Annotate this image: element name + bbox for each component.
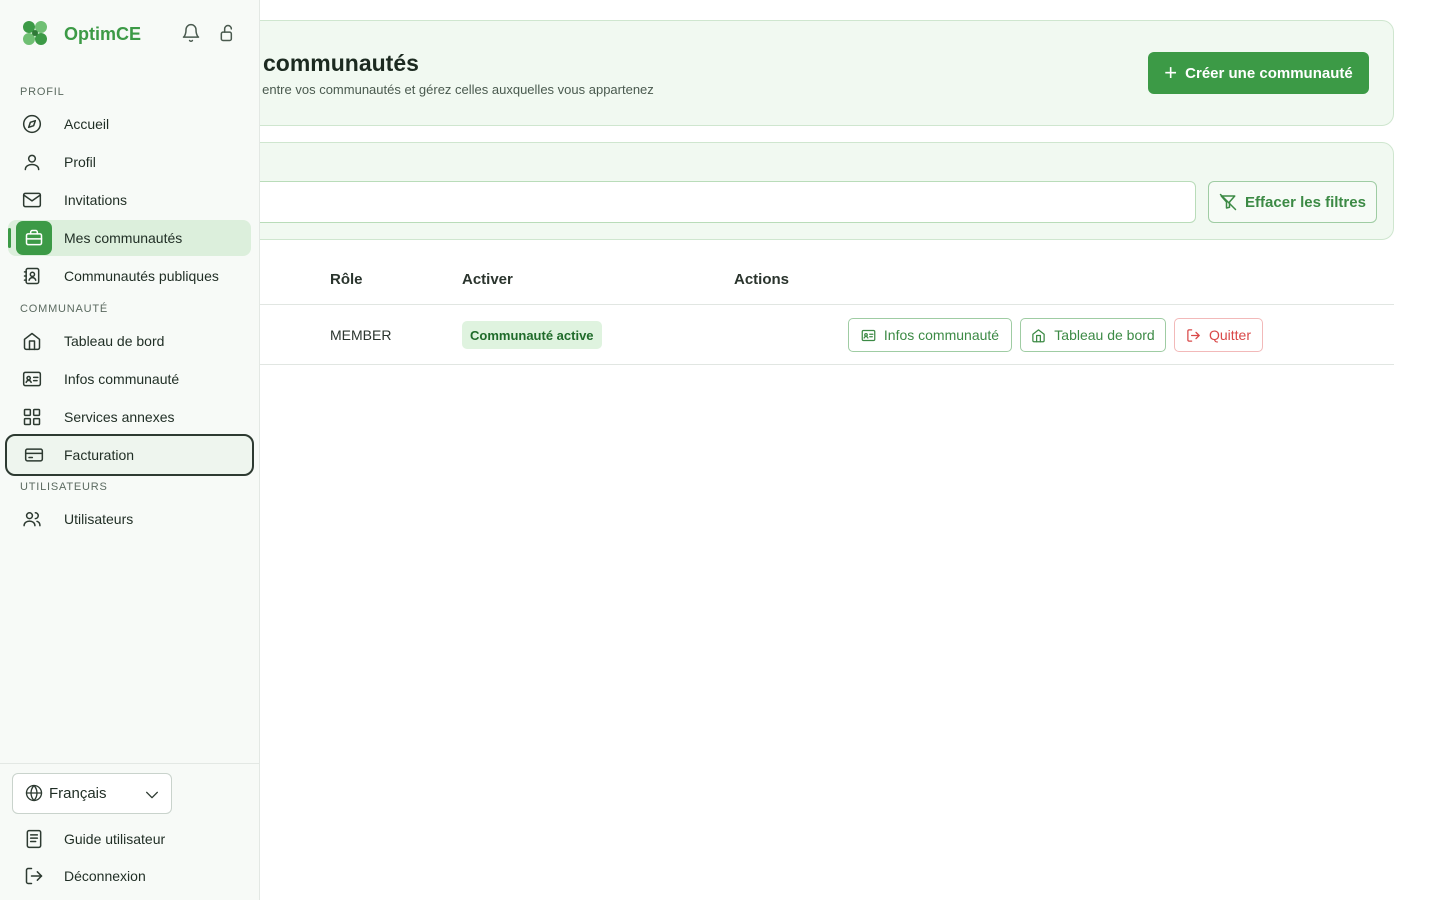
id-card-icon	[22, 369, 42, 389]
chevron-down-icon	[144, 787, 160, 803]
id-card-icon	[861, 328, 876, 343]
create-community-label: Créer une communauté	[1185, 64, 1353, 82]
user-icon	[22, 152, 42, 172]
page-subtitle: z entre vos communautés et gérez celles …	[252, 82, 654, 97]
logout-icon	[24, 866, 44, 886]
page-title: communautés	[263, 50, 419, 76]
credit-card-icon	[24, 445, 44, 465]
sidebar-item-label: Tableau de bord	[64, 333, 165, 349]
clear-filters-button[interactable]: Effacer les filtres	[1208, 181, 1377, 223]
grid-icon	[22, 407, 42, 427]
brand-name[interactable]: OptimCE	[64, 24, 141, 45]
home-icon	[22, 331, 42, 351]
active-indicator	[8, 228, 11, 248]
column-header-active[interactable]: Activer	[462, 271, 513, 288]
sidebar-item-services[interactable]: Services annexes	[8, 399, 251, 435]
table-divider	[240, 364, 1394, 365]
sidebar-item-profile[interactable]: Profil	[8, 144, 251, 180]
logout-icon	[1186, 328, 1201, 343]
section-label-profile: PROFIL	[20, 86, 65, 98]
sidebar-divider	[0, 763, 259, 764]
sidebar-item-users[interactable]: Utilisateurs	[8, 501, 251, 537]
home-icon	[1031, 328, 1046, 343]
logout-link[interactable]: Déconnexion	[24, 861, 244, 891]
create-community-button[interactable]: + Créer une communauté	[1148, 52, 1369, 94]
community-info-label: Infos communauté	[883, 327, 1000, 343]
sidebar-item-label: Mes communautés	[64, 230, 183, 246]
sidebar-item-label: Utilisateurs	[64, 511, 134, 527]
clear-filters-label: Effacer les filtres	[1245, 193, 1366, 211]
sidebar-item-label: Communautés publiques	[64, 268, 219, 284]
contact-book-icon	[22, 266, 42, 286]
users-icon	[22, 509, 42, 529]
dashboard-label: Tableau de bord	[1054, 327, 1155, 343]
language-select-value: Français	[49, 785, 107, 802]
sidebar-item-label: Infos communauté	[64, 371, 180, 387]
sidebar-item-dashboard[interactable]: Tableau de bord	[8, 323, 251, 359]
cell-role: MEMBER	[330, 327, 392, 343]
sidebar-item-label: Profil	[64, 154, 96, 170]
sidebar-item-home[interactable]: Accueil	[8, 106, 251, 142]
globe-icon	[25, 784, 43, 802]
table-divider	[240, 304, 1394, 305]
sidebar-item-label: Accueil	[64, 116, 110, 132]
section-label-community: COMMUNAUTÉ	[20, 303, 109, 315]
search-input[interactable]	[200, 181, 1196, 223]
book-icon	[24, 829, 44, 849]
clover-logo-icon	[20, 18, 50, 48]
dashboard-button[interactable]: Tableau de bord	[1020, 318, 1166, 352]
sidebar-item-community-info[interactable]: Infos communauté	[8, 361, 251, 397]
sidebar-item-label: Facturation	[64, 447, 135, 463]
logout-label: Déconnexion	[64, 868, 146, 884]
sidebar-item-label: Invitations	[64, 192, 128, 208]
section-label-users: UTILISATEURS	[20, 481, 108, 493]
user-guide-label: Guide utilisateur	[64, 831, 166, 847]
user-guide-link[interactable]: Guide utilisateur	[24, 824, 244, 854]
community-info-button[interactable]: Infos communauté	[848, 318, 1012, 352]
sidebar: OptimCE PROFIL Accueil Profil Invitation…	[0, 0, 260, 900]
language-select[interactable]: Français	[12, 773, 172, 814]
briefcase-icon	[24, 228, 44, 248]
plus-icon: +	[1164, 60, 1178, 85]
sidebar-item-invitations[interactable]: Invitations	[8, 182, 251, 218]
compass-icon	[22, 114, 42, 134]
sidebar-item-billing[interactable]: Facturation	[5, 434, 254, 476]
mail-icon	[22, 190, 42, 210]
filter-off-icon	[1219, 193, 1237, 211]
unlock-icon[interactable]	[218, 23, 238, 43]
status-badge: Communauté active	[462, 321, 602, 349]
sidebar-item-public-communities[interactable]: Communautés publiques	[8, 258, 251, 294]
quit-label: Quitter	[1208, 327, 1251, 343]
quit-button[interactable]: Quitter	[1174, 318, 1263, 352]
sidebar-item-label: Services annexes	[64, 409, 175, 425]
column-header-actions: Actions	[734, 271, 790, 288]
sidebar-item-my-communities[interactable]: Mes communautés	[8, 220, 251, 256]
bell-icon[interactable]	[181, 23, 201, 43]
column-header-role[interactable]: Rôle	[330, 271, 363, 288]
